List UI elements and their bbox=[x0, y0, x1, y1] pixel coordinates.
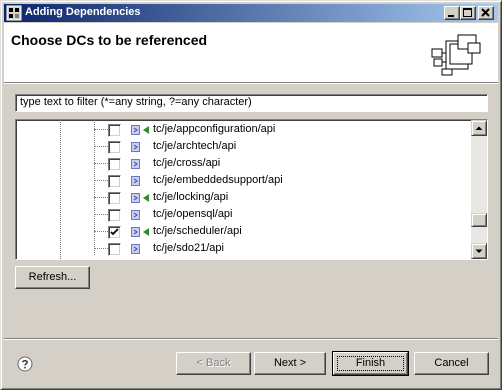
title-bar[interactable]: Adding Dependencies bbox=[4, 4, 498, 22]
tree-item[interactable]: tc/je/scheduler/api bbox=[16, 223, 471, 240]
filter-input[interactable]: type text to filter (*=any string, ?=any… bbox=[15, 94, 488, 112]
finish-button[interactable]: Finish bbox=[332, 351, 409, 376]
app-icon bbox=[6, 5, 22, 21]
tree-item[interactable]: tc/je/appconfiguration/api bbox=[16, 121, 471, 138]
item-checkbox[interactable] bbox=[108, 158, 121, 171]
arrow-up-icon bbox=[475, 126, 483, 130]
dc-icon bbox=[131, 125, 149, 135]
close-icon bbox=[481, 8, 490, 17]
dialog-window: Adding Dependencies Choose DCs to be ref… bbox=[0, 0, 502, 390]
dc-icon bbox=[131, 244, 140, 254]
maximize-icon bbox=[463, 8, 472, 17]
item-label: tc/je/appconfiguration/api bbox=[153, 123, 276, 135]
maximize-button[interactable] bbox=[460, 6, 476, 20]
tree-item[interactable]: tc/je/cross/api bbox=[16, 155, 471, 172]
scroll-up-button[interactable] bbox=[471, 120, 487, 136]
item-checkbox[interactable] bbox=[108, 141, 121, 154]
next-button[interactable]: Next > bbox=[254, 352, 326, 375]
item-label: tc/je/embeddedsupport/api bbox=[153, 174, 283, 186]
minimize-icon bbox=[448, 15, 454, 17]
close-button[interactable] bbox=[478, 6, 494, 20]
cancel-button[interactable]: Cancel bbox=[414, 352, 489, 375]
item-label: tc/je/scheduler/api bbox=[153, 225, 242, 237]
help-icon[interactable] bbox=[17, 356, 33, 372]
tree-scrollbar[interactable] bbox=[471, 120, 487, 259]
tree-item[interactable]: tc/je/opensql/api bbox=[16, 206, 471, 223]
checkmark-icon bbox=[110, 228, 119, 236]
back-button[interactable]: < Back bbox=[176, 352, 251, 375]
focus-indicator bbox=[337, 356, 404, 371]
item-label: tc/je/locking/api bbox=[153, 191, 229, 203]
arrow-down-icon bbox=[475, 249, 483, 253]
window-title: Adding Dependencies bbox=[25, 6, 141, 18]
refresh-button[interactable]: Refresh... bbox=[15, 266, 90, 289]
item-checkbox[interactable] bbox=[108, 209, 121, 222]
tree-item[interactable]: tc/je/embeddedsupport/api bbox=[16, 172, 471, 189]
item-label: tc/je/opensql/api bbox=[153, 208, 233, 220]
item-checkbox[interactable] bbox=[108, 124, 121, 137]
dc-tree[interactable]: tc/je/appconfiguration/api tc/je/archtec… bbox=[15, 119, 488, 260]
dc-icon bbox=[131, 227, 149, 237]
page-title: Choose DCs to be referenced bbox=[11, 32, 208, 48]
tree-item[interactable]: tc/je/sdo21/api bbox=[16, 240, 471, 257]
dc-icon bbox=[131, 142, 140, 152]
item-label: tc/je/sdo21/api bbox=[153, 242, 224, 254]
tree-item[interactable]: tc/je/locking/api bbox=[16, 189, 471, 206]
item-checkbox[interactable] bbox=[108, 175, 121, 188]
dc-icon bbox=[131, 159, 140, 169]
banner-divider bbox=[4, 83, 498, 84]
dc-icon bbox=[131, 176, 140, 186]
scrollbar-thumb[interactable] bbox=[471, 213, 487, 227]
dc-icon bbox=[131, 193, 149, 203]
item-checkbox[interactable] bbox=[108, 192, 121, 205]
wizard-banner: Choose DCs to be referenced bbox=[4, 23, 498, 83]
tree-item[interactable]: tc/je/archtech/api bbox=[16, 138, 471, 155]
minimize-button[interactable] bbox=[444, 6, 460, 20]
item-checkbox[interactable] bbox=[108, 243, 121, 256]
item-label: tc/je/archtech/api bbox=[153, 140, 237, 152]
scroll-down-button[interactable] bbox=[471, 243, 487, 259]
item-label: tc/je/cross/api bbox=[153, 157, 221, 169]
dc-icon bbox=[131, 210, 140, 220]
item-checkbox[interactable] bbox=[108, 226, 121, 239]
dependency-icon bbox=[431, 34, 481, 76]
